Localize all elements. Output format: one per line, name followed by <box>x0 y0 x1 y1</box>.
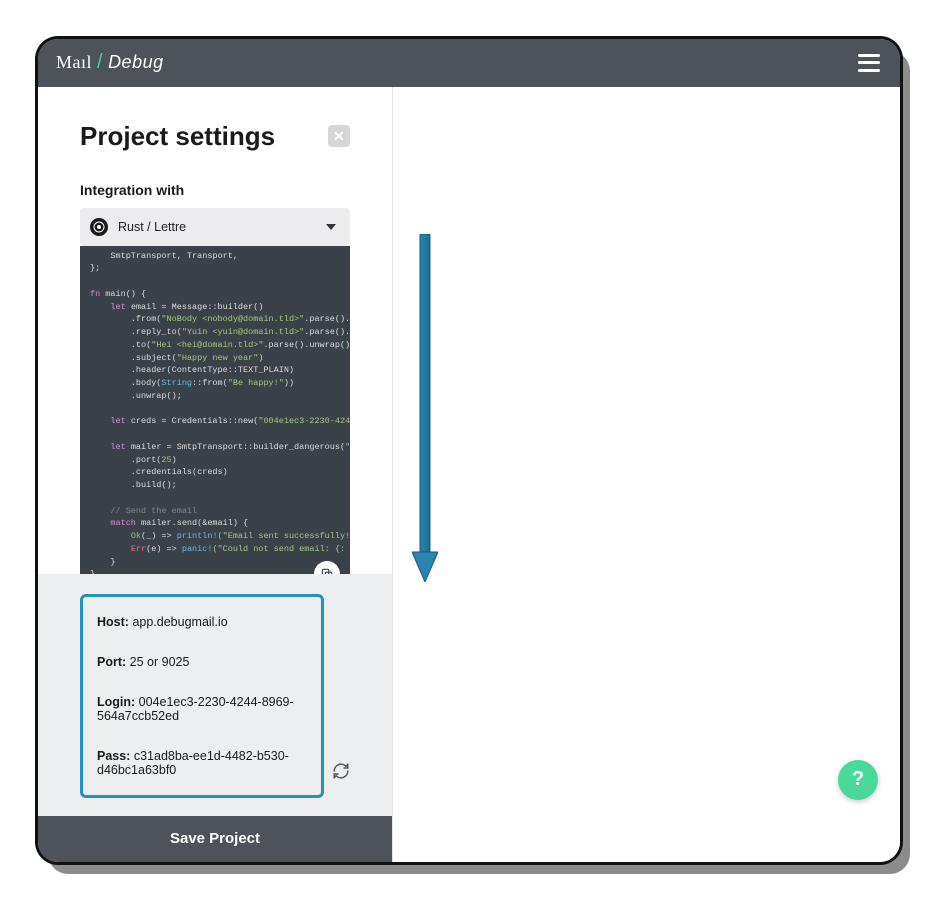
copy-code-button[interactable] <box>314 561 340 574</box>
logo-mail: Maıl <box>56 52 92 73</box>
logo-slash-icon: / <box>97 51 103 74</box>
integration-dropdown[interactable]: Rust / Lettre <box>80 208 350 246</box>
menu-icon[interactable] <box>858 54 880 72</box>
credentials-section: Host: app.debugmail.io Port: 25 or 9025 … <box>38 574 392 816</box>
integration-selected: Rust / Lettre <box>118 220 186 234</box>
refresh-column <box>332 594 350 798</box>
integration-label: Integration with <box>80 182 350 198</box>
code-sample: SmtpTransport, Transport, }; fn main() {… <box>80 246 350 574</box>
credentials-box: Host: app.debugmail.io Port: 25 or 9025 … <box>80 594 324 798</box>
top-bar: Maıl / Debug <box>38 39 900 87</box>
preview-area <box>393 87 900 862</box>
refresh-icon[interactable] <box>332 762 350 780</box>
logo: Maıl / Debug <box>56 51 164 74</box>
logo-debug: Debug <box>108 52 164 73</box>
panel-title: Project settings <box>80 121 275 152</box>
cred-pass: Pass: c31ad8ba-ee1d-4482-b530-d46bc1a63b… <box>97 749 309 777</box>
rust-icon <box>90 218 108 236</box>
settings-panel: Project settings ✕ Integration with Rust… <box>38 87 393 862</box>
help-button[interactable]: ? <box>838 760 878 800</box>
content-area: Project settings ✕ Integration with Rust… <box>38 87 900 862</box>
chevron-down-icon <box>326 224 336 230</box>
cred-port: Port: 25 or 9025 <box>97 655 309 669</box>
close-icon[interactable]: ✕ <box>328 125 350 147</box>
panel-body: Project settings ✕ Integration with Rust… <box>38 87 392 574</box>
cred-host: Host: app.debugmail.io <box>97 615 309 629</box>
cred-login: Login: 004e1ec3-2230-4244-8969-564a7ccb5… <box>97 695 309 723</box>
panel-title-row: Project settings ✕ <box>80 121 350 152</box>
app-window: Maıl / Debug Project settings ✕ Integrat… <box>38 39 900 862</box>
save-project-button[interactable]: Save Project <box>38 816 392 862</box>
